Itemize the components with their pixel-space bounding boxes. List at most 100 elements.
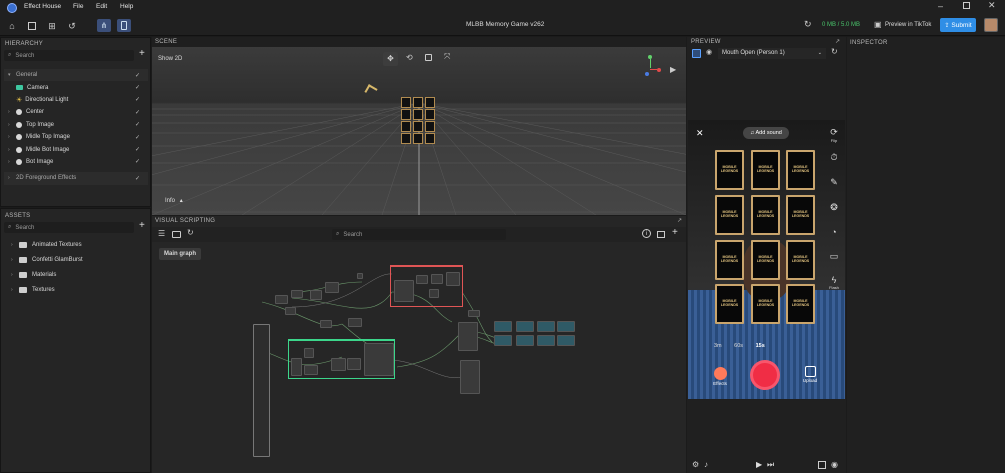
chevron-right-icon[interactable]: › xyxy=(8,109,16,115)
maximize-button[interactable] xyxy=(963,2,970,9)
graph-node[interactable] xyxy=(557,335,575,346)
upload-button[interactable]: Upload xyxy=(800,366,820,384)
graph-node[interactable] xyxy=(348,318,362,327)
panel-icon[interactable] xyxy=(172,231,181,238)
add-sound-button[interactable]: ♫ Add sound xyxy=(743,127,789,139)
graph-node[interactable] xyxy=(320,320,332,328)
preview-in-tiktok-button[interactable]: Preview in TikTok xyxy=(885,22,931,28)
show-2d-toggle[interactable]: Show 2D xyxy=(158,56,182,62)
hierarchy-search-input[interactable]: ⌕ Search xyxy=(4,50,134,61)
add-asset-button[interactable]: + xyxy=(139,220,145,231)
popout-icon[interactable]: ↗ xyxy=(835,38,840,45)
memory-card[interactable]: MOBILE LEGENDS xyxy=(786,195,815,235)
submit-button[interactable]: ⇪ Submit xyxy=(940,18,976,32)
scene-camera-icon[interactable]: ▶ xyxy=(670,65,676,74)
minimize-button[interactable]: – xyxy=(938,1,943,11)
graph-node[interactable] xyxy=(458,322,478,351)
menu-help[interactable]: Help xyxy=(120,3,133,10)
record-button[interactable] xyxy=(750,360,780,390)
tiktok-preview-icon[interactable]: ▣ xyxy=(874,20,882,29)
main-graph-tab[interactable]: Main graph xyxy=(159,248,201,260)
chevron-down-icon[interactable]: ▾ xyxy=(8,72,16,78)
graph-node[interactable] xyxy=(275,295,288,304)
hierarchy-item-general[interactable]: ▾ General ✓ xyxy=(4,69,148,82)
grid-icon[interactable]: ⊞ xyxy=(46,20,58,32)
graph-node[interactable] xyxy=(468,310,480,317)
graph-node[interactable] xyxy=(537,335,555,346)
chevron-right-icon[interactable]: › xyxy=(8,175,16,181)
node-group-green[interactable] xyxy=(288,339,395,379)
graph-node[interactable] xyxy=(325,282,339,293)
close-window-button[interactable]: ✕ xyxy=(988,0,996,11)
scale-tool-icon[interactable] xyxy=(425,54,432,61)
layout-toggle-icon[interactable] xyxy=(657,231,665,238)
node-graph-canvas[interactable] xyxy=(152,262,686,473)
flip-button[interactable]: ⟳ Flip xyxy=(824,127,844,143)
graph-view-toggle[interactable]: ⋔ xyxy=(97,19,111,32)
trigger-dropdown[interactable]: Mouth Open (Person 1) ⌄ xyxy=(718,48,826,59)
visibility-check-icon[interactable]: ✓ xyxy=(135,158,140,165)
graph-node[interactable] xyxy=(291,290,303,298)
hierarchy-item-midle-top-image[interactable]: › Midle Top Image ✓ xyxy=(4,131,148,143)
visibility-check-icon[interactable]: ✓ xyxy=(135,72,140,79)
screenshot-icon[interactable] xyxy=(818,461,826,469)
scene-viewport[interactable]: Show 2D ✥ ⟲ ⤧ ▶ Info ▴ xyxy=(152,47,686,215)
hierarchy-item-midle-bot-image[interactable]: › Midle Bot Image ✓ xyxy=(4,143,148,155)
hierarchy-item-top-image[interactable]: › Top Image ✓ xyxy=(4,119,148,131)
side-button-4[interactable]: ❂ xyxy=(824,202,844,213)
avatar[interactable] xyxy=(984,18,998,32)
chevron-right-icon[interactable]: › xyxy=(8,134,16,140)
menu-file[interactable]: File xyxy=(73,3,83,10)
graph-node[interactable] xyxy=(285,307,296,315)
hierarchy-item-camera[interactable]: Camera ✓ xyxy=(4,81,148,93)
hierarchy-item-directional-light[interactable]: ☀ Directional Light ✓ xyxy=(4,94,148,106)
hierarchy-item-2d-foreground[interactable]: › 2D Foreground Effects ✓ xyxy=(4,172,148,185)
visibility-check-icon[interactable]: ✓ xyxy=(135,146,140,153)
refresh-icon[interactable]: ↻ xyxy=(804,19,812,30)
graph-node[interactable] xyxy=(494,335,512,346)
asset-folder-textures[interactable]: › Textures xyxy=(11,282,146,297)
memory-card[interactable]: MOBILE LEGENDS xyxy=(751,284,780,324)
visibility-check-icon[interactable]: ✓ xyxy=(135,134,140,141)
graph-node[interactable] xyxy=(460,360,480,394)
memory-card[interactable]: MOBILE LEGENDS xyxy=(715,240,744,280)
reset-preview-icon[interactable]: ↻ xyxy=(831,47,838,56)
duration-3m[interactable]: 3m xyxy=(714,343,722,349)
visibility-check-icon[interactable]: ✓ xyxy=(135,121,140,128)
graph-node[interactable] xyxy=(357,273,363,279)
layout-icon[interactable] xyxy=(26,20,38,32)
visibility-check-icon[interactable]: ✓ xyxy=(135,84,140,91)
memory-card[interactable]: MOBILE LEGENDS xyxy=(715,150,744,190)
history-icon[interactable]: ↺ xyxy=(66,20,78,32)
memory-card[interactable]: MOBILE LEGENDS xyxy=(751,195,780,235)
expand-icon[interactable]: ↗ xyxy=(677,217,682,224)
duration-15s[interactable]: 15s xyxy=(756,343,765,349)
refresh-graph-icon[interactable]: ↻ xyxy=(187,228,194,237)
memory-card[interactable]: MOBILE LEGENDS xyxy=(786,284,815,324)
home-icon[interactable]: ⌂ xyxy=(6,20,18,32)
menu-icon[interactable]: ☰ xyxy=(158,229,165,238)
memory-card[interactable]: MOBILE LEGENDS xyxy=(715,284,744,324)
rotate-tool-icon[interactable]: ⟲ xyxy=(406,53,413,62)
graph-node[interactable] xyxy=(494,321,512,332)
assets-search-input[interactable]: ⌕ Search xyxy=(4,222,134,233)
memory-card[interactable]: MOBILE LEGENDS xyxy=(786,150,815,190)
memory-card[interactable]: MOBILE LEGENDS xyxy=(715,195,744,235)
vs-search-input[interactable]: ⌕ Search xyxy=(332,229,506,240)
chevron-right-icon[interactable]: › xyxy=(11,272,19,278)
graph-node[interactable] xyxy=(557,321,575,332)
graph-node[interactable] xyxy=(516,335,534,346)
camera-icon[interactable]: ◉ xyxy=(706,48,712,56)
node-group-red[interactable] xyxy=(390,265,463,307)
visibility-check-icon[interactable]: ✓ xyxy=(135,109,140,116)
close-preview-icon[interactable]: ✕ xyxy=(696,128,704,139)
visibility-check-icon[interactable]: ✓ xyxy=(135,96,140,103)
asset-folder-materials[interactable]: › Materials xyxy=(11,268,146,283)
graph-node[interactable] xyxy=(516,321,534,332)
orientation-gizmo[interactable] xyxy=(637,55,663,81)
side-button-6[interactable]: ▭ xyxy=(824,251,844,262)
menu-edit[interactable]: Edit xyxy=(96,3,107,10)
graph-node[interactable] xyxy=(537,321,555,332)
duration-60s[interactable]: 60s xyxy=(734,343,743,349)
memory-card[interactable]: MOBILE LEGENDS xyxy=(751,150,780,190)
